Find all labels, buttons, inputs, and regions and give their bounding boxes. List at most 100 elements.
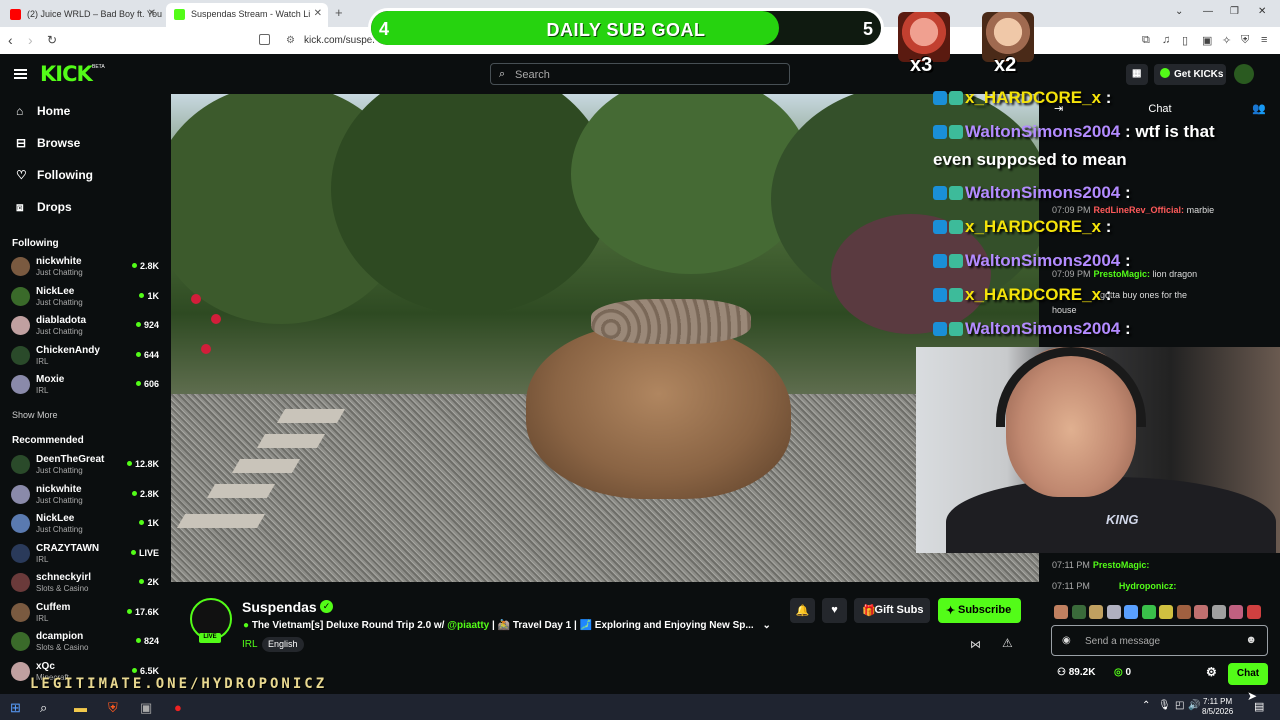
nav-home[interactable]: ⌂ Home <box>16 104 70 118</box>
get-kicks-button[interactable]: Get KICKs <box>1154 64 1226 85</box>
theater-mode-button[interactable]: ▦ <box>1126 64 1148 85</box>
bookmark-icon[interactable] <box>259 34 270 45</box>
boulder <box>526 324 791 499</box>
new-tab-button[interactable]: + <box>335 5 343 20</box>
shield-icon[interactable]: ⛨ <box>1241 34 1249 47</box>
obs-icon[interactable]: ● <box>174 700 182 715</box>
following-heading: Following <box>12 238 59 249</box>
back-icon[interactable]: ‹ <box>8 32 13 48</box>
following-channel[interactable]: nickwhite Just Chatting 2.8K <box>11 254 161 280</box>
emote-icon[interactable] <box>1124 605 1138 619</box>
network-icon[interactable]: ◰ <box>1175 700 1184 711</box>
emote-icon[interactable] <box>1211 605 1226 619</box>
folder-icon[interactable]: ▬ <box>74 700 87 715</box>
live-dot-icon <box>135 322 141 327</box>
show-more-link[interactable]: Show More <box>12 410 58 420</box>
extension-icon[interactable]: ⧉ <box>1142 34 1150 47</box>
clock[interactable]: 7:11 PM 8/5/2026 <box>1202 697 1233 717</box>
emote-icon[interactable] <box>1141 605 1156 619</box>
forward-icon[interactable]: › <box>28 32 33 48</box>
follow-button[interactable]: ♥ <box>822 598 847 623</box>
tab-youtube[interactable]: (2) Juice WRLD – Bad Boy ft. Young T ✕ <box>2 3 162 27</box>
video-player[interactable] <box>171 94 1039 582</box>
recommended-channel[interactable]: dcampion Slots & Casino 824 <box>11 629 161 655</box>
nav-browse[interactable]: ⊟ Browse <box>16 136 80 150</box>
url-text: kick.com/susper <box>304 35 376 46</box>
settings-icon[interactable]: ⚙ <box>1206 665 1217 679</box>
category-link[interactable]: IRL <box>242 639 258 650</box>
channel-category: IRL <box>36 613 49 623</box>
emote-icon[interactable] <box>1246 605 1261 619</box>
subscribe-button[interactable]: ✦ Subscribe <box>938 598 1021 623</box>
window-close-button[interactable]: ✕ <box>1258 6 1266 17</box>
live-dot-icon <box>131 667 137 673</box>
gift-subs-button[interactable]: 🎁 Gift Subs <box>854 598 930 623</box>
brave-icon[interactable]: ⛨ <box>108 700 118 716</box>
msg-user[interactable]: PrestoMagic: <box>1093 560 1150 570</box>
following-channel[interactable]: NickLee Just Chatting 1K <box>11 284 161 310</box>
wallet-icon[interactable]: ▣ <box>1202 34 1212 47</box>
app-icon[interactable]: ▣ <box>140 700 152 716</box>
volume-icon[interactable]: 🔊 <box>1188 700 1200 711</box>
tab-kick[interactable]: Suspendas Stream - Watch Li ✕ <box>166 3 328 27</box>
chat-send-button[interactable]: Chat <box>1228 663 1268 685</box>
recommended-channel[interactable]: DeenTheGreat Just Chatting 12.8K <box>11 452 161 478</box>
avatar <box>11 286 30 306</box>
user-avatar[interactable] <box>1234 64 1254 84</box>
emote-icon[interactable] <box>1071 605 1086 619</box>
sidebar-icon[interactable]: ▯ <box>1182 34 1188 47</box>
mic-icon[interactable]: 🎙 <box>1158 700 1171 711</box>
emote-icon[interactable] <box>1176 605 1191 619</box>
live-dot-icon <box>139 520 145 525</box>
goal-target: 5 <box>862 19 873 39</box>
restore-button[interactable]: ❐ <box>1230 6 1239 17</box>
menu-icon[interactable]: ≡ <box>1261 34 1267 46</box>
recommended-channel[interactable]: NickLee Just Chatting 1K <box>11 511 161 537</box>
search-icon[interactable]: ⌕ <box>40 700 47 716</box>
emote-icon[interactable] <box>1194 605 1208 619</box>
close-icon[interactable]: ✕ <box>148 8 156 19</box>
report-icon[interactable]: ⚠ <box>1002 636 1013 650</box>
following-channel[interactable]: Moxie IRL 606 <box>11 372 161 398</box>
chevron-down-icon[interactable]: ⌄ <box>762 620 770 631</box>
chat-input[interactable]: ◉ Send a message ☻ <box>1051 625 1268 656</box>
chevron-up-icon[interactable]: ⌃ <box>1142 700 1150 711</box>
nav-drops[interactable]: ⧈ Drops <box>16 200 72 214</box>
minimize-button[interactable]: — <box>1203 6 1213 17</box>
recommended-channel[interactable]: Cuffem IRL 17.6K <box>11 600 161 626</box>
emote-icon[interactable] <box>1106 605 1121 619</box>
close-icon[interactable]: ✕ <box>314 8 322 19</box>
emote-icon[interactable] <box>1229 605 1243 619</box>
emote-icon[interactable] <box>1089 605 1103 619</box>
emote-icon[interactable] <box>1159 605 1173 619</box>
hamburger-icon[interactable] <box>14 69 27 79</box>
reload-icon[interactable]: ↻ <box>47 33 57 47</box>
kick-logo[interactable]: KICK <box>40 62 93 86</box>
msg-user[interactable]: Hydroponicz: <box>1119 581 1177 591</box>
recommended-channel[interactable]: CRAZYTAWN IRL LIVE <box>11 541 161 567</box>
recommended-channel[interactable]: nickwhite Just Chatting 2.8K <box>11 482 161 508</box>
viewer-value: 824 <box>143 636 159 646</box>
site-info-icon[interactable]: ⚙ <box>286 35 295 46</box>
emoji-icon[interactable]: ☻ <box>1245 634 1257 646</box>
streamer-name[interactable]: Suspendas <box>242 599 317 615</box>
ai-icon[interactable]: ✧ <box>1222 34 1231 47</box>
windows-start-icon[interactable]: ⊞ <box>10 700 21 716</box>
recommended-channel[interactable]: schneckyirl Slots & Casino 2K <box>11 570 161 596</box>
nav-following[interactable]: ♡ Following <box>16 168 93 182</box>
emote-icon[interactable] <box>1054 605 1068 619</box>
music-icon[interactable]: ♫ <box>1162 34 1170 46</box>
mention-link[interactable]: @piaatty <box>447 620 489 631</box>
share-icon[interactable]: ⋈ <box>970 638 981 651</box>
browse-icon: ⊟ <box>16 136 27 150</box>
nav-label: Home <box>37 104 71 118</box>
following-channel[interactable]: ChickenAndy IRL 644 <box>11 343 161 369</box>
notify-button[interactable]: 🔔 <box>790 598 815 623</box>
chevron-down-icon[interactable]: ⌄ <box>1175 6 1183 17</box>
search-input[interactable]: ⌕ Search <box>490 63 790 85</box>
following-channel[interactable]: diabladota Just Chatting 924 <box>11 313 161 339</box>
language-tag[interactable]: English <box>262 637 304 652</box>
avatar <box>11 345 30 365</box>
address-bar[interactable]: ⚙ kick.com/susper <box>280 30 376 51</box>
chat-mode-icon[interactable]: ◉ <box>1062 635 1071 646</box>
